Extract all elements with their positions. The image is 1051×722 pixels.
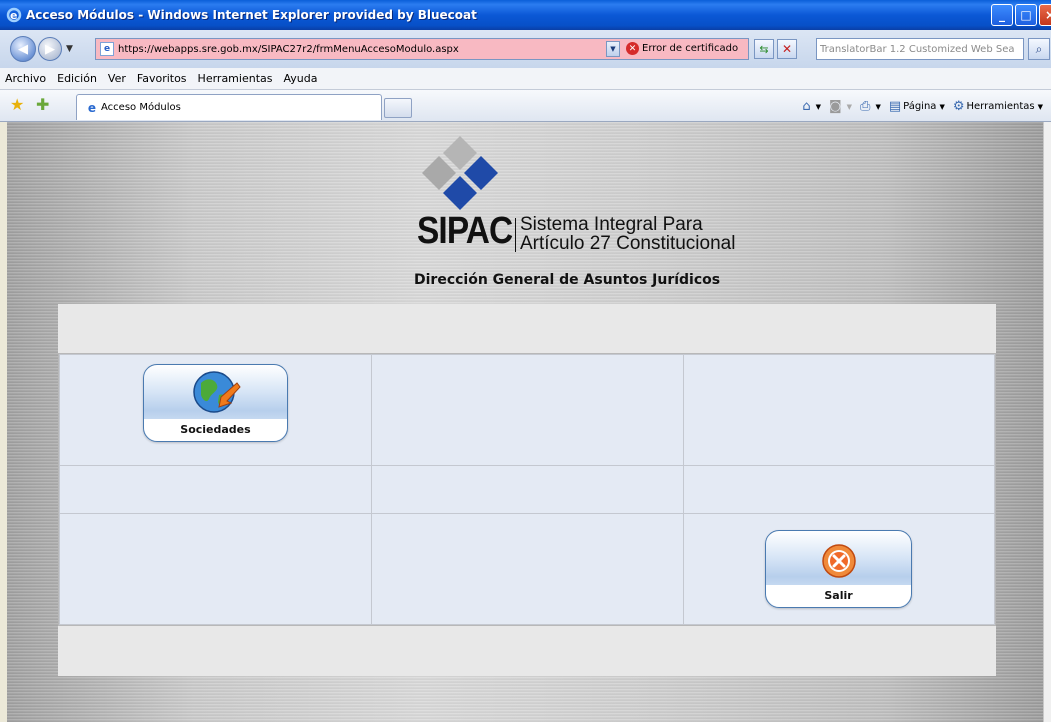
svg-text:e: e — [10, 9, 17, 22]
address-bar[interactable]: e https://webapps.sre.gob.mx/SIPAC27r2/f… — [95, 38, 749, 60]
printer-icon: ⎙ — [860, 99, 871, 114]
sipac-logo-icon — [422, 136, 498, 210]
gear-icon: ⚙ — [952, 99, 965, 114]
modules-panel: Sociedades Salir — [58, 304, 996, 676]
ie-page-icon: e — [87, 100, 97, 115]
refresh-button[interactable]: ⇆ — [754, 39, 774, 59]
menu-archivo[interactable]: Archivo — [5, 72, 46, 85]
menu-edicion[interactable]: Edición — [57, 72, 97, 85]
add-favorite-icon[interactable]: ✚ — [36, 97, 52, 113]
page-content: SIPAC Sistema Integral Para Artículo 27 … — [7, 122, 1043, 722]
tab-bar: ★ ✚ e Acceso Módulos ⌂ ▼ ◙ ▼ ⎙ ▼ ▤ Página ▼ ⚙… — [0, 90, 1051, 122]
new-tab-button[interactable] — [384, 98, 412, 118]
menu-herramientas[interactable]: Herramientas — [198, 72, 273, 85]
tools-menu-label: Herramientas — [966, 101, 1035, 112]
home-icon: ⌂ — [802, 99, 811, 114]
panel-header-band — [58, 304, 996, 353]
close-window-button[interactable]: × — [1039, 4, 1051, 26]
tools-menu-button[interactable]: ⚙ Herramientas ▼ — [953, 99, 1043, 114]
maximize-button[interactable]: □ — [1015, 4, 1037, 26]
ie-logo-icon: e — [6, 7, 22, 23]
modules-grid: Sociedades Salir — [58, 353, 996, 626]
module-cell — [59, 465, 372, 514]
forward-button[interactable]: ▶ — [38, 37, 62, 61]
sipac-logo-text: SIPAC — [417, 210, 513, 252]
logo-separator — [515, 218, 516, 252]
salir-label: Salir — [824, 589, 853, 602]
logo-subtitle-line2: Artículo 27 Constitucional — [520, 233, 736, 254]
page-icon: e — [100, 42, 114, 56]
back-button[interactable]: ◀ — [10, 36, 36, 62]
title-bar: e Acceso Módulos - Windows Internet Expl… — [0, 0, 1051, 30]
command-bar: ⌂ ▼ ◙ ▼ ⎙ ▼ ▤ Página ▼ ⚙ Herramientas ▼ — [794, 99, 1043, 114]
search-button[interactable]: ⌕ — [1028, 38, 1050, 60]
module-cell — [59, 513, 372, 625]
menu-ayuda[interactable]: Ayuda — [283, 72, 317, 85]
module-cell — [683, 354, 995, 466]
tab-label: Acceso Módulos — [101, 102, 181, 113]
menu-bar: Archivo Edición Ver Favoritos Herramient… — [0, 68, 1051, 90]
stop-button[interactable]: ✕ — [777, 39, 797, 59]
search-input[interactable]: TranslatorBar 1.2 Customized Web Sea — [816, 38, 1024, 60]
favorites-star-icon[interactable]: ★ — [10, 97, 26, 113]
rss-icon: ◙ — [829, 99, 842, 114]
certificate-error-label[interactable]: Error de certificado — [642, 43, 738, 54]
page-menu-button[interactable]: ▤ Página ▼ — [889, 99, 945, 114]
feeds-button[interactable]: ◙ ▼ — [829, 99, 852, 114]
module-cell — [371, 513, 684, 625]
page-scrollbar-edge[interactable] — [1043, 122, 1051, 722]
url-dropdown-icon[interactable]: ▼ — [606, 41, 620, 57]
menu-ver[interactable]: Ver — [108, 72, 126, 85]
certificate-error-icon[interactable]: ✕ — [626, 42, 639, 55]
page-menu-label: Página — [903, 101, 937, 112]
home-button[interactable]: ⌂ ▼ — [802, 99, 821, 114]
close-circle-icon — [822, 544, 856, 578]
address-toolbar: ◀ ▶ ▼ e https://webapps.sre.gob.mx/SIPAC… — [0, 30, 1051, 68]
minimize-button[interactable]: _ — [991, 4, 1013, 26]
module-cell — [683, 465, 995, 514]
panel-footer-band — [58, 626, 996, 676]
history-dropdown-icon[interactable]: ▼ — [66, 44, 73, 54]
module-cell — [371, 354, 684, 466]
module-cell — [371, 465, 684, 514]
url-text[interactable]: https://webapps.sre.gob.mx/SIPAC27r2/frm… — [118, 44, 459, 55]
department-title: Dirección General de Asuntos Jurídicos — [414, 272, 721, 288]
sociedades-button[interactable]: Sociedades — [143, 364, 288, 442]
salir-button[interactable]: Salir — [765, 530, 912, 608]
tab-acceso-modulos[interactable]: e Acceso Módulos — [76, 94, 382, 120]
page-icon: ▤ — [888, 99, 902, 114]
print-button[interactable]: ⎙ ▼ — [860, 99, 881, 114]
sociedades-label: Sociedades — [180, 423, 251, 436]
menu-favoritos[interactable]: Favoritos — [137, 72, 187, 85]
globe-arrow-icon — [193, 371, 241, 413]
window-title: Acceso Módulos - Windows Internet Explor… — [26, 8, 477, 22]
